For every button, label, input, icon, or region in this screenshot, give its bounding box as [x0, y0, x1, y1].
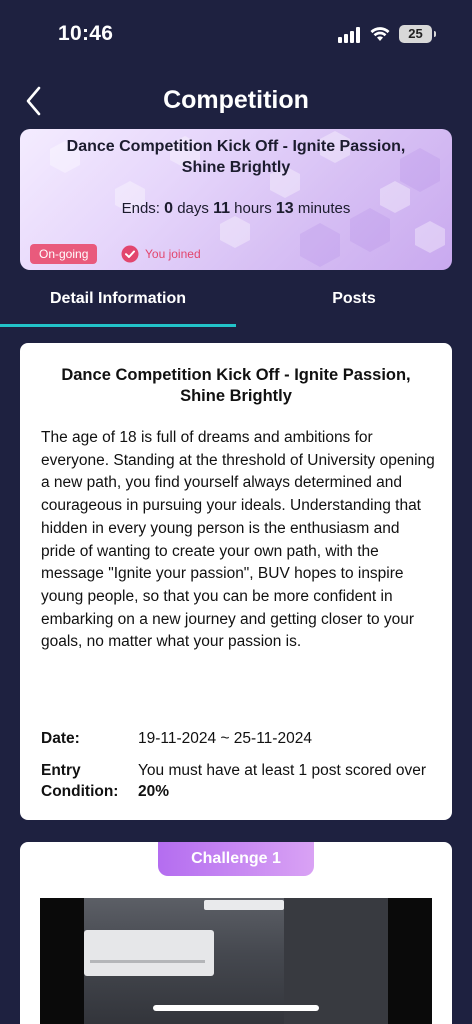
joined-label: You joined — [145, 247, 201, 261]
challenge-label: Challenge 1 — [158, 842, 314, 876]
tab-bar: Detail Information Posts — [0, 280, 472, 328]
status-time: 10:46 — [58, 22, 114, 45]
active-tab-indicator — [0, 324, 236, 327]
challenge-card[interactable]: Challenge 1 — [20, 842, 452, 1024]
battery-icon: 25 — [399, 25, 436, 43]
countdown-days: 0 — [164, 200, 174, 217]
home-indicator[interactable] — [153, 1005, 319, 1011]
tab-posts[interactable]: Posts — [236, 280, 472, 326]
entry-condition-label: Entry Condition: — [41, 762, 119, 800]
countdown-minutes: 13 — [275, 200, 294, 217]
status-bar: 10:46 25 — [0, 0, 472, 60]
entry-condition-value: You must have at least 1 post scored ove… — [138, 760, 438, 802]
competition-banner: Dance Competition Kick Off - Ignite Pass… — [20, 129, 452, 270]
detail-description: The age of 18 is full of dreams and ambi… — [41, 429, 435, 651]
countdown: Ends: 0 days 11 hours 13 minutes — [20, 200, 452, 218]
date-label: Date: — [41, 730, 80, 747]
countdown-hours-label: hours — [234, 200, 272, 217]
entry-condition-text: You must have at least 1 post scored ove… — [138, 762, 427, 779]
tab-detail-information[interactable]: Detail Information — [0, 280, 236, 326]
air-conditioner — [84, 930, 214, 976]
check-circle-icon — [121, 245, 139, 263]
header: Competition — [0, 78, 472, 124]
date-value: 19-11-2024 ~ 25-11-2024 — [138, 730, 312, 747]
countdown-hours: 11 — [213, 200, 230, 217]
countdown-minutes-label: minutes — [297, 200, 351, 217]
detail-card: Dance Competition Kick Off - Ignite Pass… — [20, 343, 452, 820]
detail-title: Dance Competition Kick Off - Ignite Pass… — [61, 366, 411, 405]
entry-condition-percent: 20% — [138, 783, 170, 800]
wifi-icon — [370, 27, 390, 41]
ceiling-light — [204, 900, 284, 910]
banner-title: Dance Competition Kick Off - Ignite Pass… — [66, 138, 406, 176]
status-badge: On-going — [30, 244, 98, 264]
page-title: Competition — [163, 86, 309, 114]
joined-indicator: You joined — [121, 243, 201, 265]
countdown-days-label: days — [177, 200, 209, 217]
countdown-prefix: Ends: — [121, 200, 160, 217]
signal-icon — [338, 27, 362, 43]
